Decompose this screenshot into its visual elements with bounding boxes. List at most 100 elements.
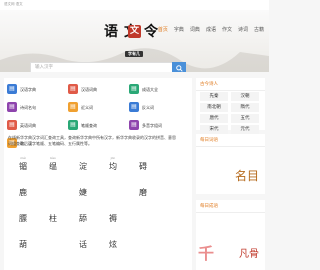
char-cell[interactable]: 话 <box>68 234 98 250</box>
char-cell[interactable]: 鹿 <box>8 182 38 198</box>
search-box: 输入汉字 <box>30 62 186 72</box>
tool-label: 多音字组词 <box>142 122 162 128</box>
char-glyph: 褥 <box>109 214 117 223</box>
logo-subtitle: 字有几 <box>125 51 143 57</box>
tool-label: 汉语词典 <box>81 86 97 92</box>
char-glyph: 鹿 <box>19 188 27 197</box>
daily-word-title: 每日词语 <box>196 134 265 147</box>
tool-item[interactable]: ▤ 汉语字典 <box>7 81 65 97</box>
tool-label: 成语大全 <box>142 86 158 92</box>
tool-item[interactable]: ▤ 汉语词典 <box>68 81 126 97</box>
char-cell[interactable] <box>38 234 68 239</box>
char-cell[interactable]: 舔 <box>68 208 98 224</box>
nav-item[interactable]: 首页 <box>155 26 171 33</box>
main-panel: ▤ 汉语字典 ▤ 汉语词典 ▤ 成语大全 ▤ 诗词名句 ▤ 近义词 ▤ 反义词 ▤ 英语词典 ▤ 笔顺查询 ▤ 多… <box>4 78 192 270</box>
char-cell[interactable]: 膘 <box>8 208 38 224</box>
book-icon: ▤ <box>129 102 139 112</box>
char-glyph: 婕 <box>79 188 87 197</box>
char-glyph: 舔 <box>79 214 87 223</box>
char-cell[interactable] <box>158 208 188 213</box>
book-icon: ▤ <box>129 120 139 130</box>
char-glyph: 磨 <box>139 188 147 197</box>
tool-item[interactable]: ▤ 笔顺查询 <box>68 117 126 133</box>
char-glyph: 淀 <box>79 162 87 171</box>
tool-item[interactable]: ▤ 英语词典 <box>7 117 65 133</box>
nav-item[interactable]: 作文 <box>219 26 235 33</box>
char-glyph: 膘 <box>19 214 27 223</box>
char-glyph: 缊 <box>49 162 57 171</box>
search-icon <box>175 64 183 72</box>
char-pinyin <box>158 208 188 213</box>
logo-seal: 文 <box>128 25 141 38</box>
tool-item[interactable]: ▤ 反义词 <box>129 99 187 115</box>
char-cell[interactable]: 磨 <box>128 182 158 198</box>
char-cell[interactable]: 婕 <box>68 182 98 198</box>
tool-item[interactable]: ▤ 诗词名句 <box>7 99 65 115</box>
char-glyph: 话 <box>79 240 87 249</box>
daily-word[interactable]: 名目 <box>196 147 265 184</box>
char-pinyin <box>38 182 68 187</box>
char-glyph: 柱 <box>49 214 57 223</box>
tool-label: 英语词典 <box>20 122 36 128</box>
dynasty-item[interactable]: 宋代 <box>200 125 228 134</box>
char-cell[interactable] <box>158 156 188 161</box>
char-cell[interactable]: bào 缊 <box>38 156 68 172</box>
char-cell[interactable]: 炫 <box>98 234 128 250</box>
book-icon: ▤ <box>7 84 17 94</box>
book-icon: ▤ <box>129 84 139 94</box>
char-cell[interactable] <box>128 208 158 213</box>
char-cell[interactable]: jūn 均 <box>98 156 128 172</box>
nav-item[interactable]: 成语 <box>203 26 219 33</box>
char-cell[interactable] <box>98 182 128 187</box>
char-cell[interactable]: 柱 <box>38 208 68 224</box>
char-grid: méi 镅 bào 缊 淀 jūn 均 碍鹿 婕 磨膘 柱 舔 褥葫 话 炫 <box>8 156 190 268</box>
char-pinyin <box>158 156 188 161</box>
main-nav: 首页 字典 词典 成语 作文 诗词 古籍 <box>155 26 267 33</box>
book-icon: ▤ <box>7 102 17 112</box>
topbar-text: 语文网 语文 <box>4 2 23 6</box>
dynasty-item[interactable]: 先秦 <box>200 92 228 101</box>
char-cell[interactable] <box>158 234 188 239</box>
char-cell[interactable] <box>128 234 158 239</box>
char-pinyin <box>98 182 128 187</box>
tool-label: 汉语字典 <box>20 86 36 92</box>
nav-item[interactable]: 词典 <box>187 26 203 33</box>
char-cell[interactable] <box>38 182 68 187</box>
char-cell[interactable]: 碍 <box>128 156 158 172</box>
tool-item[interactable]: ▤ 近义词 <box>68 99 126 115</box>
book-icon: ▤ <box>68 102 78 112</box>
char-cell[interactable]: 淀 <box>68 156 98 172</box>
search-input[interactable]: 输入汉字 <box>31 63 185 72</box>
char-cell[interactable]: méi 镅 <box>8 156 38 172</box>
watermark-logo: 千 <box>198 244 215 263</box>
char-glyph: 炫 <box>109 240 117 249</box>
tool-item[interactable]: ▤ 多音字组词 <box>129 117 187 133</box>
dynasty-item[interactable]: 五代 <box>231 114 259 123</box>
daily-idiom-title: 每日成语 <box>196 200 265 213</box>
tool-label: 笔顺查询 <box>81 122 97 128</box>
char-cell[interactable]: 葫 <box>8 234 38 250</box>
dynasty-item[interactable]: 唐代 <box>200 114 228 123</box>
nav-item[interactable]: 古籍 <box>251 26 267 33</box>
poets-title: 古今诗人 <box>196 78 265 91</box>
char-pinyin <box>158 234 188 239</box>
dynasty-item[interactable]: 隋代 <box>231 103 259 112</box>
dynasty-item[interactable]: 汉朝 <box>231 92 259 101</box>
search-button[interactable] <box>172 62 186 72</box>
nav-item[interactable]: 诗词 <box>235 26 251 33</box>
site-description: 在线新华字典汉字词汇查询工具，查询新华字典中所有汉字，新华字典收录的汉字的拼音、… <box>8 135 190 147</box>
dynasty-item[interactable]: 元代 <box>231 125 259 134</box>
book-icon: ▤ <box>68 120 78 130</box>
book-icon: ▤ <box>68 84 78 94</box>
tool-item[interactable]: ▤ 成语大全 <box>129 81 187 97</box>
tool-label: 近义词 <box>81 104 93 110</box>
char-cell[interactable]: 褥 <box>98 208 128 224</box>
dynasty-item[interactable]: 南北朝 <box>200 103 228 112</box>
book-icon: ▤ <box>7 120 17 130</box>
nav-item[interactable]: 字典 <box>171 26 187 33</box>
tool-label: 诗词名句 <box>20 104 36 110</box>
char-cell[interactable] <box>158 182 188 187</box>
top-bar: 语文网 语文 <box>0 0 269 10</box>
description-line-2: 词组查询、汉字笔顺、五笔编码、五行属性等。 <box>8 141 92 146</box>
sidebar: 古今诗人 先秦汉朝南北朝隋代唐代五代宋代元代明代清代 <box>196 78 265 145</box>
